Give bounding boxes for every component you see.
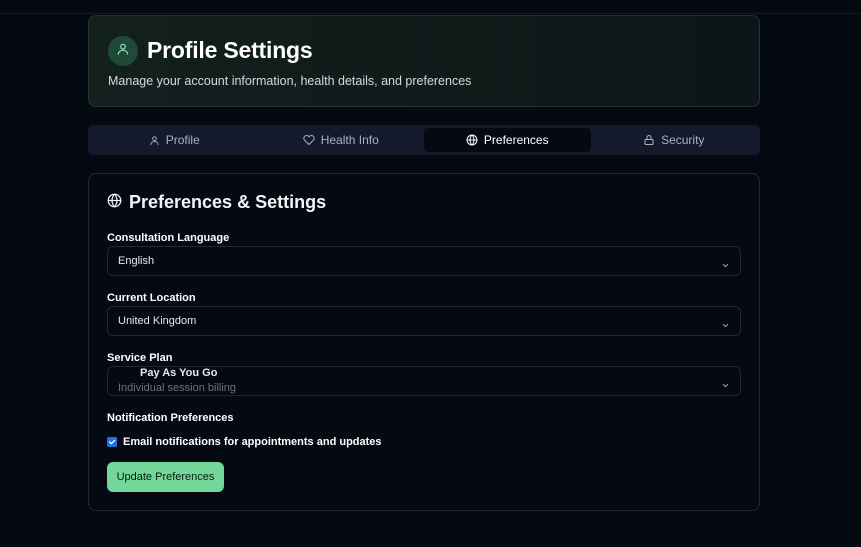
language-select[interactable]: English <box>107 246 741 276</box>
globe-icon <box>107 192 122 213</box>
tab-health-info[interactable]: Health Info <box>258 128 425 152</box>
avatar <box>108 36 138 66</box>
profile-header-card: Profile Settings Manage your account inf… <box>88 15 760 107</box>
location-label: Current Location <box>107 292 196 304</box>
tab-label: Profile <box>165 133 200 147</box>
page-subtitle: Manage your account information, health … <box>108 74 472 88</box>
location-select[interactable]: United Kingdom <box>107 306 741 336</box>
preferences-card: Preferences & Settings Consultation Lang… <box>88 173 760 511</box>
lock-icon <box>643 134 655 146</box>
language-label: Consultation Language <box>107 232 230 244</box>
user-icon <box>149 135 160 146</box>
tab-label: Preferences <box>483 133 549 147</box>
chevron-down-icon <box>721 377 730 395</box>
chevron-down-icon <box>721 257 730 275</box>
top-bar <box>0 0 861 14</box>
plan-description: Individual session billing <box>118 382 237 394</box>
chevron-down-icon <box>721 317 730 335</box>
email-notifications-row: Email notifications for appointments and… <box>107 436 382 448</box>
settings-tabs: Profile Health Info Preferences Security <box>88 125 760 155</box>
section-title: Preferences & Settings <box>107 192 326 213</box>
tab-preferences[interactable]: Preferences <box>424 128 591 152</box>
tab-label: Security <box>661 133 705 147</box>
tab-profile[interactable]: Profile <box>91 128 258 152</box>
user-icon <box>116 42 130 61</box>
globe-icon <box>466 134 478 146</box>
service-plan-select[interactable]: Pay As You Go Individual session billing <box>107 366 741 396</box>
plan-name: Pay As You Go <box>140 367 218 379</box>
heart-icon <box>303 134 315 146</box>
notification-preferences-label: Notification Preferences <box>107 412 234 424</box>
update-preferences-button[interactable]: Update Preferences <box>107 462 224 492</box>
tab-security[interactable]: Security <box>591 128 758 152</box>
email-notifications-label: Email notifications for appointments and… <box>123 436 382 448</box>
email-notifications-checkbox[interactable] <box>107 437 117 447</box>
section-title-text: Preferences & Settings <box>129 192 327 212</box>
service-plan-label: Service Plan <box>107 352 173 364</box>
page-title: Profile Settings <box>147 37 313 63</box>
language-value: English <box>118 255 155 267</box>
tab-label: Health Info <box>320 133 379 147</box>
location-value: United Kingdom <box>118 315 197 327</box>
